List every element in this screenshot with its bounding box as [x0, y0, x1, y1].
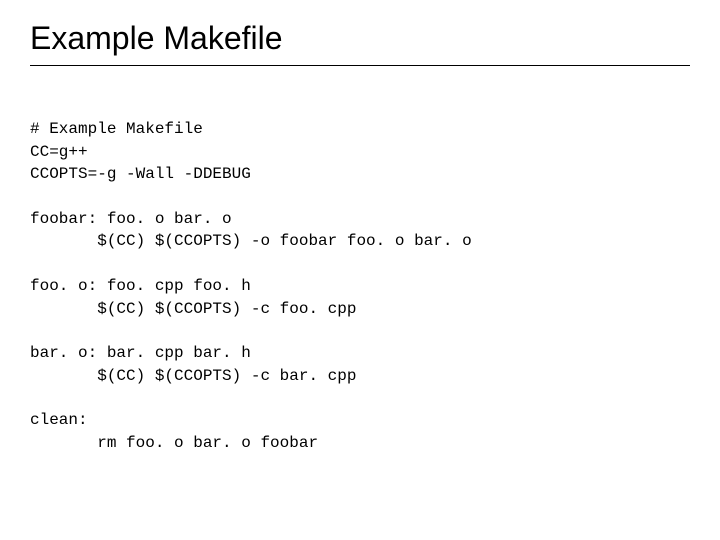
title-underline	[30, 65, 690, 66]
code-line: $(CC) $(CCOPTS) -c bar. cpp	[30, 367, 356, 385]
code-line: CCOPTS=-g -Wall -DDEBUG	[30, 165, 251, 183]
code-line: # Example Makefile	[30, 120, 203, 138]
code-line: clean:	[30, 411, 88, 429]
code-line: $(CC) $(CCOPTS) -c foo. cpp	[30, 300, 356, 318]
code-line: foobar: foo. o bar. o	[30, 210, 232, 228]
code-line: bar. o: bar. cpp bar. h	[30, 344, 251, 362]
code-line: foo. o: foo. cpp foo. h	[30, 277, 251, 295]
code-line: CC=g++	[30, 143, 88, 161]
code-line: rm foo. o bar. o foobar	[30, 434, 318, 452]
slide-title: Example Makefile	[30, 20, 690, 57]
makefile-code: # Example Makefile CC=g++ CCOPTS=-g -Wal…	[30, 96, 690, 454]
code-line: $(CC) $(CCOPTS) -o foobar foo. o bar. o	[30, 232, 472, 250]
